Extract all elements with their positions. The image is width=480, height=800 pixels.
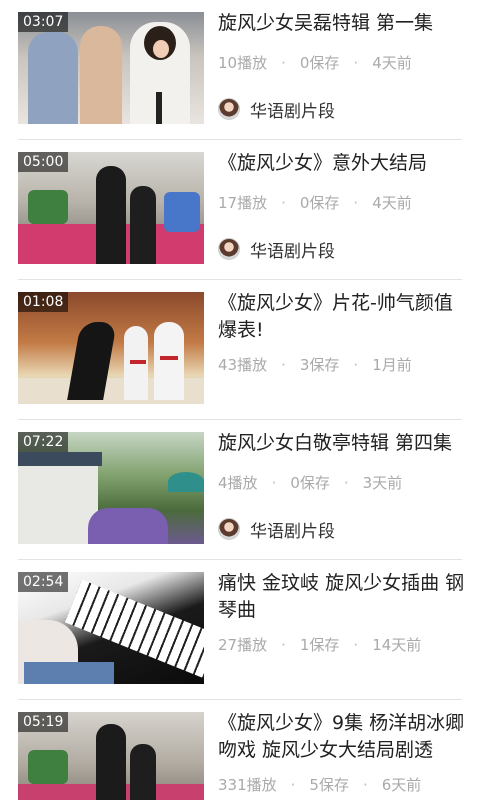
upload-time: 6天前 bbox=[381, 776, 422, 794]
separator-dot: · bbox=[281, 194, 286, 212]
duration-badge: 01:08 bbox=[18, 292, 69, 312]
video-stats: 4播放 · 0保存 · 3天前 bbox=[218, 472, 468, 493]
video-list: 03:07 旋风少女吴磊特辑 第一集 10播放 · 0保存 · 4天前 华语剧片段 05… bbox=[0, 0, 480, 800]
channel-name[interactable]: 华语剧片段 bbox=[250, 237, 335, 262]
separator-dot: · bbox=[353, 54, 359, 72]
video-thumbnail[interactable]: 01:08 bbox=[18, 292, 204, 404]
channel-name[interactable]: 华语剧片段 bbox=[250, 97, 335, 122]
channel-avatar-icon[interactable] bbox=[218, 98, 240, 120]
video-title[interactable]: 《旋风少女》9集 杨洋胡冰卿吻戏 旋风少女大结局剧透 bbox=[218, 710, 466, 764]
separator-dot: · bbox=[353, 356, 359, 374]
video-title[interactable]: 《旋风少女》意外大结局 bbox=[218, 150, 466, 177]
duration-badge: 03:07 bbox=[18, 12, 69, 32]
upload-time: 1月前 bbox=[372, 356, 412, 374]
channel-avatar-icon[interactable] bbox=[218, 518, 240, 540]
video-item[interactable]: 07:22 旋风少女白敬亭特辑 第四集 4播放 · 0保存 · 3天前 华语剧片段 bbox=[0, 420, 480, 560]
separator-dot: · bbox=[271, 474, 277, 492]
save-count: 5保存 bbox=[309, 776, 349, 794]
separator-dot: · bbox=[281, 636, 286, 654]
channel-info[interactable]: 华语剧片段 bbox=[218, 97, 335, 122]
video-thumbnail[interactable]: 05:19 bbox=[18, 712, 204, 800]
video-item[interactable]: 05:00 《旋风少女》意外大结局 17播放 · 0保存 · 4天前 华语剧片段 bbox=[0, 140, 480, 280]
video-thumbnail[interactable]: 02:54 bbox=[18, 572, 204, 684]
video-item[interactable]: 05:19 《旋风少女》9集 杨洋胡冰卿吻戏 旋风少女大结局剧透 331播放 · 5… bbox=[0, 700, 480, 800]
upload-time: 4天前 bbox=[372, 54, 412, 72]
separator-dot: · bbox=[281, 54, 286, 72]
play-count: 331播放 bbox=[218, 776, 277, 794]
video-title[interactable]: 痛快 金玟岐 旋风少女插曲 钢琴曲 bbox=[218, 570, 466, 624]
video-title[interactable]: 《旋风少女》片花-帅气颜值爆表! bbox=[218, 290, 466, 344]
channel-info[interactable]: 华语剧片段 bbox=[218, 517, 335, 542]
video-stats: 17播放 · 0保存 · 4天前 bbox=[218, 192, 468, 213]
separator-dot: · bbox=[362, 776, 368, 794]
save-count: 0保存 bbox=[290, 474, 330, 492]
video-stats: 43播放 · 3保存 · 1月前 bbox=[218, 354, 468, 375]
channel-info[interactable]: 华语剧片段 bbox=[218, 237, 335, 262]
video-stats: 331播放 · 5保存 · 6天前 bbox=[218, 774, 468, 795]
separator-dot: · bbox=[281, 356, 286, 374]
duration-badge: 02:54 bbox=[18, 572, 69, 592]
save-count: 1保存 bbox=[299, 636, 340, 654]
play-count: 43播放 bbox=[218, 356, 268, 374]
separator-dot: · bbox=[290, 776, 296, 794]
video-thumbnail[interactable]: 05:00 bbox=[18, 152, 204, 264]
video-item[interactable]: 02:54 痛快 金玟岐 旋风少女插曲 钢琴曲 27播放 · 1保存 · 14天前 bbox=[0, 560, 480, 700]
play-count: 4播放 bbox=[218, 474, 258, 492]
duration-badge: 05:19 bbox=[18, 712, 69, 732]
save-count: 3保存 bbox=[299, 356, 340, 374]
play-count: 27播放 bbox=[218, 636, 268, 654]
channel-name[interactable]: 华语剧片段 bbox=[250, 517, 335, 542]
save-count: 0保存 bbox=[299, 194, 340, 212]
video-title[interactable]: 旋风少女白敬亭特辑 第四集 bbox=[218, 430, 466, 457]
channel-avatar-icon[interactable] bbox=[218, 238, 240, 260]
duration-badge: 07:22 bbox=[18, 432, 69, 452]
play-count: 10播放 bbox=[218, 54, 268, 72]
upload-time: 3天前 bbox=[362, 474, 403, 492]
separator-dot: · bbox=[353, 194, 359, 212]
upload-time: 4天前 bbox=[372, 194, 412, 212]
upload-time: 14天前 bbox=[372, 636, 422, 654]
video-thumbnail[interactable]: 03:07 bbox=[18, 12, 204, 124]
video-stats: 10播放 · 0保存 · 4天前 bbox=[218, 52, 468, 73]
video-item[interactable]: 01:08 《旋风少女》片花-帅气颜值爆表! 43播放 · 3保存 · 1月前 bbox=[0, 280, 480, 420]
play-count: 17播放 bbox=[218, 194, 268, 212]
video-thumbnail[interactable]: 07:22 bbox=[18, 432, 204, 544]
video-title[interactable]: 旋风少女吴磊特辑 第一集 bbox=[218, 10, 466, 37]
save-count: 0保存 bbox=[299, 54, 340, 72]
video-item[interactable]: 03:07 旋风少女吴磊特辑 第一集 10播放 · 0保存 · 4天前 华语剧片段 bbox=[0, 0, 480, 140]
separator-dot: · bbox=[353, 636, 359, 654]
video-stats: 27播放 · 1保存 · 14天前 bbox=[218, 634, 468, 655]
separator-dot: · bbox=[343, 474, 349, 492]
duration-badge: 05:00 bbox=[18, 152, 69, 172]
